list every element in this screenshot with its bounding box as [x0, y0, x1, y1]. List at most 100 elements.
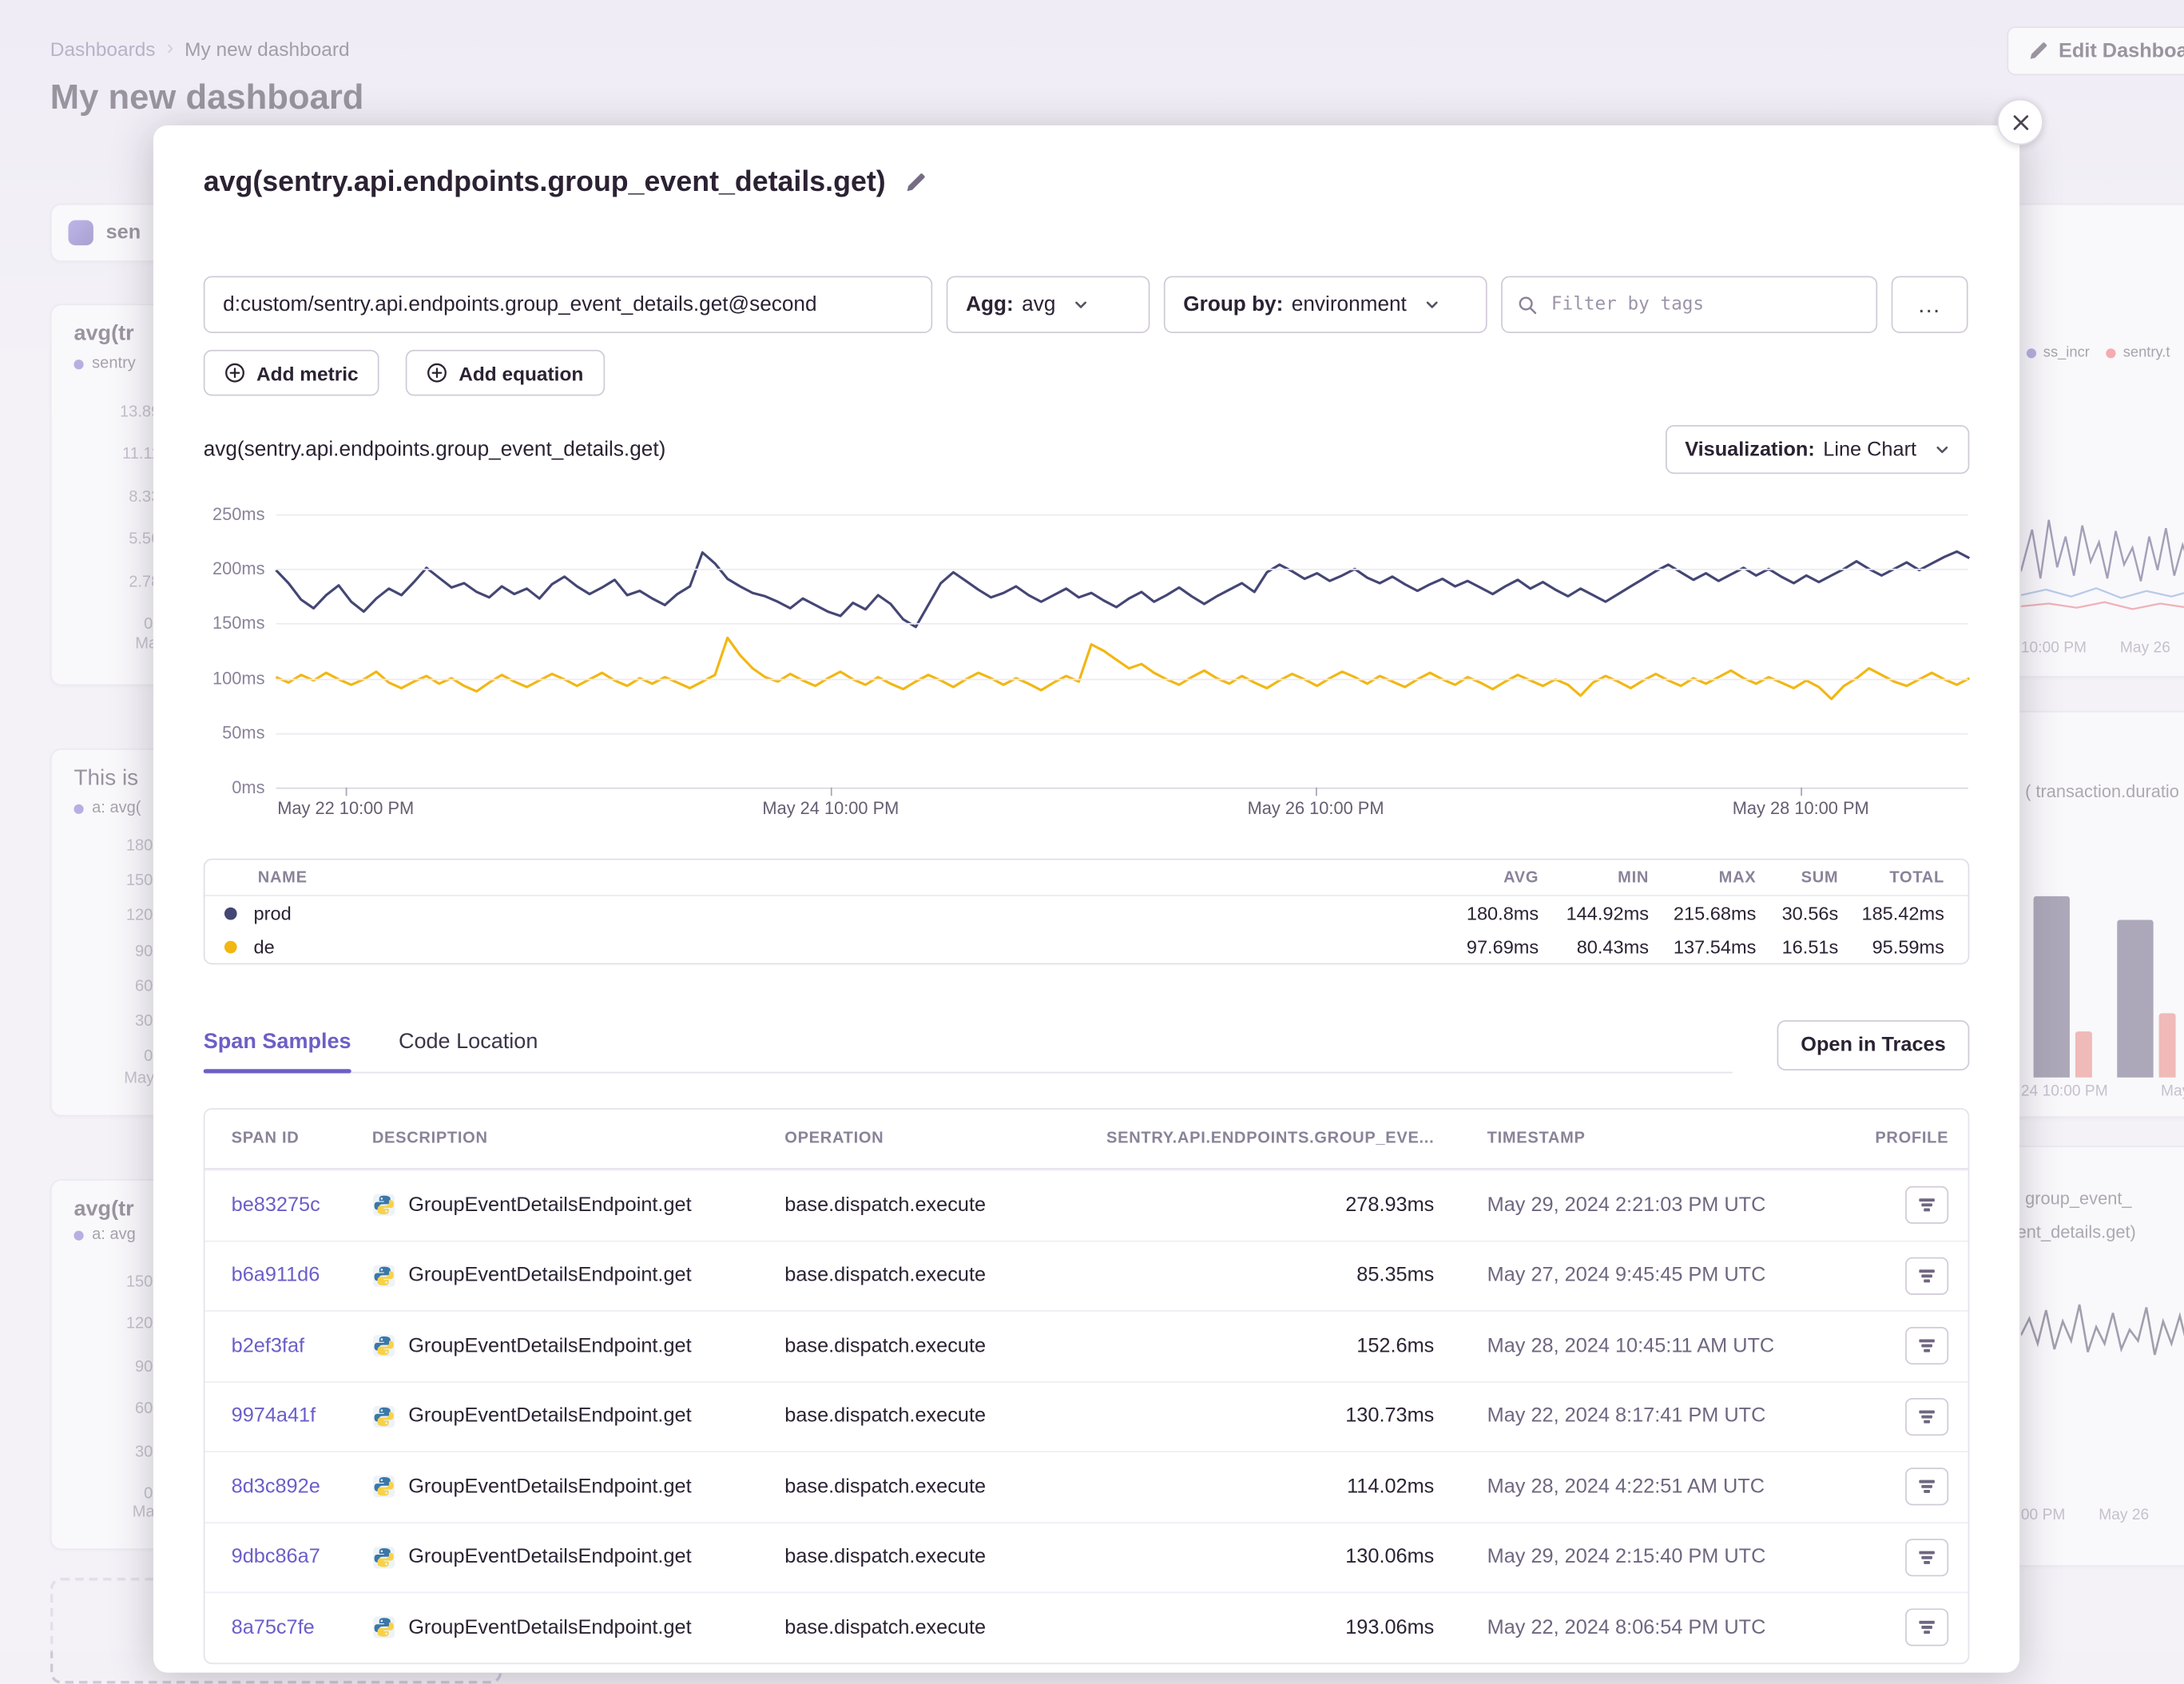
profile-icon	[1918, 1408, 1936, 1426]
python-icon	[372, 1545, 396, 1569]
sample-operation: base.dispatch.execute	[784, 1335, 1071, 1357]
span-id-link[interactable]: 9974a41f	[232, 1405, 316, 1428]
profile-icon	[1918, 1548, 1936, 1567]
samples-table-header: SPAN ID DESCRIPTION OPERATION SENTRY.API…	[205, 1110, 1968, 1170]
metric-details-modal: avg(sentry.api.endpoints.group_event_det…	[153, 125, 2019, 1673]
column-header: PROFILE	[1866, 1130, 1968, 1147]
span-id-link[interactable]: 9dbc86a7	[232, 1546, 320, 1568]
profile-cell	[1866, 1468, 1968, 1506]
x-axis-tick	[1801, 788, 1802, 796]
profile-icon	[1918, 1618, 1936, 1637]
group-by-value: environment	[1292, 292, 1407, 316]
tab-span-samples[interactable]: Span Samples	[204, 1030, 351, 1054]
profile-button[interactable]	[1905, 1257, 1948, 1294]
tab-code-location[interactable]: Code Location	[399, 1030, 538, 1054]
sample-description: GroupEventDetailsEndpoint.get	[372, 1475, 784, 1499]
sample-duration: 193.06ms	[1072, 1616, 1435, 1638]
sample-operation: base.dispatch.execute	[784, 1265, 1071, 1287]
search-icon	[1518, 295, 1537, 314]
series-total: 95.59ms	[1838, 936, 1944, 957]
x-axis-tick	[346, 788, 347, 796]
profile-button[interactable]	[1905, 1398, 1948, 1436]
python-icon	[372, 1264, 396, 1288]
chevron-down-icon	[1074, 297, 1089, 312]
sample-row: 9974a41f GroupEventDetailsEndpoint.getbas…	[205, 1380, 1968, 1451]
tag-filter-input[interactable]	[1548, 292, 1860, 316]
sample-description: GroupEventDetailsEndpoint.get	[372, 1193, 784, 1217]
summary-row[interactable]: prod180.8ms144.92ms215.68ms30.56s185.42m…	[205, 896, 1968, 930]
profile-icon	[1918, 1478, 1936, 1496]
series-avg: 180.8ms	[1385, 903, 1539, 923]
series-color-dot	[224, 907, 237, 919]
span-id-link[interactable]: 8d3c892e	[232, 1475, 320, 1498]
python-icon	[372, 1334, 396, 1358]
profile-button[interactable]	[1905, 1468, 1948, 1506]
column-header: SPAN ID	[205, 1130, 371, 1147]
close-button[interactable]	[1997, 99, 2043, 145]
profile-button[interactable]	[1905, 1609, 1948, 1646]
add-metric-label: Add metric	[256, 362, 359, 384]
more-options-button[interactable]: …	[1892, 276, 1968, 333]
sample-operation: base.dispatch.execute	[784, 1194, 1071, 1217]
x-axis-tick-label: May 28 10:00 PM	[1710, 799, 1892, 818]
x-axis-tick	[1316, 788, 1317, 796]
sample-duration: 130.06ms	[1072, 1546, 1435, 1568]
add-equation-button[interactable]: Add equation	[406, 350, 605, 396]
gridline	[276, 569, 1968, 570]
pencil-icon	[905, 172, 926, 193]
metric-line-chart[interactable]	[276, 514, 1969, 788]
summary-table-header: NAME AVG MIN MAX SUM TOTAL	[205, 860, 1968, 896]
close-icon	[2012, 113, 2029, 130]
sample-duration: 152.6ms	[1072, 1335, 1435, 1357]
span-id-link[interactable]: b6a911d6	[232, 1265, 320, 1287]
profile-button[interactable]	[1905, 1186, 1948, 1224]
visualization-select[interactable]: Visualization: Line Chart	[1666, 425, 1970, 474]
visualization-label: Visualization:	[1685, 439, 1815, 461]
series-max: 137.54ms	[1649, 936, 1756, 957]
span-id-link[interactable]: be83275c	[232, 1194, 320, 1217]
profile-cell	[1866, 1327, 1968, 1364]
profile-icon	[1918, 1196, 1936, 1214]
sample-timestamp: May 22, 2024 8:17:41 PM UTC	[1434, 1405, 1866, 1428]
profile-button[interactable]	[1905, 1539, 1948, 1576]
column-header: SUM	[1756, 869, 1838, 886]
chart-area: 250ms200ms150ms100ms50ms0msMay 22 10:00 …	[204, 503, 1970, 827]
column-header: AVG	[1385, 869, 1539, 886]
series-max: 215.68ms	[1649, 903, 1756, 923]
chevron-down-icon	[1425, 297, 1440, 312]
sample-operation: base.dispatch.execute	[784, 1475, 1071, 1498]
visualization-value: Line Chart	[1823, 439, 1916, 461]
span-id-link[interactable]: b2ef3faf	[232, 1335, 304, 1357]
sample-description: GroupEventDetailsEndpoint.get	[372, 1404, 784, 1428]
modal-title: avg(sentry.api.endpoints.group_event_det…	[204, 166, 886, 200]
span-id-cell: b2ef3faf	[205, 1335, 371, 1357]
gridline	[276, 733, 1968, 734]
sample-operation: base.dispatch.execute	[784, 1616, 1071, 1638]
y-axis-tick-label: 50ms	[204, 721, 265, 744]
sample-timestamp: May 28, 2024 10:45:11 AM UTC	[1434, 1335, 1866, 1357]
series-total: 185.42ms	[1838, 903, 1944, 923]
column-header: MIN	[1539, 869, 1649, 886]
x-axis-tick-label: May 24 10:00 PM	[740, 799, 921, 818]
y-axis-tick-label: 150ms	[204, 613, 265, 635]
add-metric-button[interactable]: Add metric	[204, 350, 379, 396]
gridline	[276, 624, 1968, 626]
profile-cell	[1866, 1539, 1968, 1576]
profile-button[interactable]	[1905, 1327, 1948, 1364]
plus-circle-icon	[224, 363, 245, 383]
sample-row: 8a75c7feGroupEventDetailsEndpoint.getbas…	[205, 1592, 1968, 1662]
summary-row[interactable]: de97.69ms80.43ms137.54ms16.51s95.59ms	[205, 930, 1968, 963]
group-by-select[interactable]: Group by: environment	[1164, 276, 1487, 333]
add-equation-label: Add equation	[459, 362, 583, 384]
metric-query-input[interactable]	[204, 276, 933, 333]
aggregate-select[interactable]: Agg: avg	[947, 276, 1150, 333]
sample-description: GroupEventDetailsEndpoint.get	[372, 1264, 784, 1288]
sample-operation: base.dispatch.execute	[784, 1405, 1071, 1428]
gridline	[276, 788, 1968, 789]
span-id-link[interactable]: 8a75c7fe	[232, 1616, 315, 1638]
aggregate-value: avg	[1022, 292, 1055, 316]
edit-title-button[interactable]	[905, 172, 926, 193]
open-in-traces-button[interactable]: Open in Traces	[1777, 1020, 1970, 1070]
chart-title: avg(sentry.api.endpoints.group_event_det…	[204, 438, 666, 462]
series-min: 80.43ms	[1539, 936, 1649, 957]
